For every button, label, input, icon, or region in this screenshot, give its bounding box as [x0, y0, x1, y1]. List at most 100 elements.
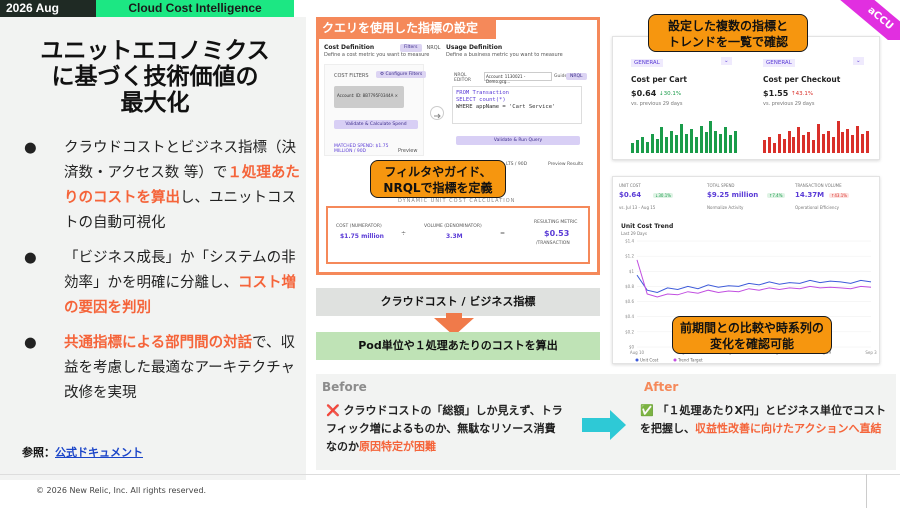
- sparkbar: [856, 126, 860, 153]
- validate-run-query-button[interactable]: Validate & Run Query: [456, 136, 580, 145]
- stat-badge: ↑43.1%: [829, 193, 850, 198]
- nrql-mode-toggle[interactable]: NRQL: [566, 73, 587, 80]
- y-tick-label: $0: [629, 345, 635, 350]
- corner-ribbon: aCCU: [840, 0, 900, 40]
- callout-filter-line-1: フィルタやガイド、: [384, 165, 492, 179]
- link-icon: [430, 106, 444, 120]
- sparkbar: [836, 121, 840, 153]
- unit-cost-calculation-box: COST (NUMERATOR) $1.75 million ÷ VOLUME …: [326, 206, 590, 264]
- before-text: ❌ クラウドコストの「総額」しか見えず、トラフィック増によるものか、無駄なリソー…: [326, 402, 566, 456]
- sparkbar: [719, 134, 723, 153]
- sparkbar: [650, 134, 654, 153]
- matched-spend: MATCHED SPEND: $1.75 MILLION / 90D: [334, 144, 389, 154]
- metric-tag: GENERAL: [763, 59, 795, 67]
- filter-nrql-toggle: Filters NRQL: [400, 44, 443, 52]
- legend-swatch: [673, 358, 677, 362]
- stat-badge: ↓30.1%: [653, 193, 674, 198]
- sparkbar: [851, 135, 855, 153]
- legend-swatch: [635, 358, 639, 362]
- stat-label: TRANSACTION VOLUME: [795, 183, 842, 188]
- nrql-code-editor[interactable]: FROM Transaction SELECT count(*) WHERE a…: [452, 86, 582, 124]
- sparkbar: [792, 137, 796, 153]
- account-filter-chip[interactable]: Account: ID: 8B7795F0344A ×: [334, 86, 404, 105]
- sparkbar: [699, 126, 703, 153]
- copyright: © 2026 New Relic, Inc. All rights reserv…: [36, 486, 207, 495]
- title-line-2: に基づく技術価値の: [51, 64, 259, 90]
- filters-toggle[interactable]: Filters: [400, 44, 422, 52]
- results-tail: LTS / 90D: [506, 162, 528, 167]
- sparkbar: [861, 134, 864, 153]
- x-tick-label: Sep 3: [865, 350, 877, 355]
- after-title: After: [644, 380, 679, 394]
- header-year: 2026 Aug: [0, 0, 96, 17]
- docs-link[interactable]: 公式ドキュメント: [55, 446, 143, 459]
- sparkbar: [777, 134, 781, 153]
- y-tick-label: $1.4: [625, 239, 634, 244]
- code-line-1: FROM Transaction: [456, 90, 509, 96]
- sparkbar: [709, 121, 713, 153]
- sparkbar: [724, 127, 728, 153]
- chevron-down-icon[interactable]: ⌄: [853, 57, 864, 65]
- reference-label: 参照：: [22, 446, 55, 459]
- equals-symbol: =: [500, 230, 506, 237]
- filter-chip-area: Account: ID: 8B7795F0344A ×: [334, 86, 404, 108]
- title-line-3: 最大化: [120, 90, 190, 116]
- resulting-metric-unit: /TRANSACTION: [536, 241, 570, 246]
- sparkbar: [645, 142, 649, 153]
- metric-card[interactable]: GENERAL ⌄ Cost per Checkout $1.55 ↑43.1%…: [763, 57, 881, 157]
- resulting-metric-value: $0.53: [544, 229, 570, 238]
- y-tick-label: $1: [629, 269, 635, 274]
- sparkbar: [826, 131, 830, 153]
- sparkbar: [665, 137, 669, 153]
- metric-card[interactable]: GENERAL ⌄ Cost per Cart $0.64 ↓30.1% vs.…: [631, 57, 749, 157]
- y-tick-label: $0.8: [625, 284, 634, 289]
- before-highlight: 原因特定が困難: [359, 440, 436, 453]
- legend-label: Trend Target: [677, 358, 703, 363]
- metric-delta: ↑43.1%: [791, 91, 814, 97]
- sparkbar: [816, 124, 820, 153]
- sparkbar: [733, 131, 737, 153]
- sparkbar: [670, 131, 674, 153]
- header-product-name: Cloud Cost Intelligence: [96, 0, 294, 17]
- sparkbar: [763, 140, 766, 153]
- stat-badge: ↑7.4%: [767, 193, 785, 198]
- sparkbar: [846, 129, 850, 153]
- stat-sub: Operational Efficiency: [795, 205, 840, 210]
- bullet-item: ● クラウドコストとビジネス指標（決済数・アクセス数 等）で１処理あたりのコストを…: [24, 136, 302, 236]
- sparkbar: [675, 135, 679, 153]
- stat-tile: TRANSACTION VOLUME 14.37M ↑43.1% Operati…: [795, 183, 879, 215]
- reference: 参照：公式ドキュメント: [22, 444, 143, 460]
- account-select[interactable]: Account: 1130021 - Demo.gcg...: [484, 72, 552, 84]
- sparkbar: [729, 135, 732, 153]
- sparkbar: [797, 127, 801, 153]
- stat-value: $9.25 million: [707, 191, 759, 199]
- code-line-2: SELECT count(*): [456, 97, 506, 103]
- bullet-dot-icon: ●: [24, 335, 37, 351]
- before-after-arrow-icon: [610, 410, 626, 440]
- stat-sub: Normalize Activity: [707, 205, 744, 210]
- nrql-toggle[interactable]: NRQL: [424, 44, 444, 52]
- callout-filter-line-2: NRQLで指標を定義: [383, 181, 493, 195]
- callout-compare-line-1: 前期間との比較や時系列の: [680, 321, 824, 335]
- sparkbar: [635, 140, 639, 153]
- callout-compare-line-2: 変化を確認可能: [709, 337, 794, 351]
- sparkbar: [812, 140, 815, 153]
- cost-definition-heading: Cost Definition: [324, 44, 375, 51]
- check-icon: ✅: [640, 404, 654, 417]
- x-tick-label: Aug 10: [630, 350, 645, 355]
- metric-delta: ↓30.1%: [659, 91, 682, 97]
- configure-filters-button[interactable]: ⚙ Configure Filters: [376, 71, 427, 78]
- sparkbar: [640, 137, 644, 153]
- cost-preview-label: Preview: [398, 148, 418, 154]
- bullet-highlight: 共通指標による部門間の対話: [64, 335, 253, 351]
- bullet-item: ● 共通指標による部門間の対話で、収益を考慮した最適なアーキテクチャ改修を実現: [24, 331, 302, 406]
- chevron-down-icon[interactable]: ⌄: [721, 57, 732, 65]
- validate-calculate-button[interactable]: Validate & Calculate Spend: [334, 120, 418, 129]
- nrql-editor-label: NRQL EDITOR: [454, 73, 472, 83]
- sparkbar: [787, 131, 791, 153]
- cost-numerator-label: COST (NUMERATOR): [336, 224, 382, 229]
- page-title: ユニットエコノミクス に基づく技術価値の 最大化: [10, 38, 300, 116]
- metric-name: Cost per Checkout: [763, 75, 841, 84]
- resulting-metric-label: RESULTING METRIC: [534, 220, 578, 225]
- stat-tile: UNIT COST $0.64 ↓30.1% vs. Jul 13 - Aug …: [619, 183, 703, 215]
